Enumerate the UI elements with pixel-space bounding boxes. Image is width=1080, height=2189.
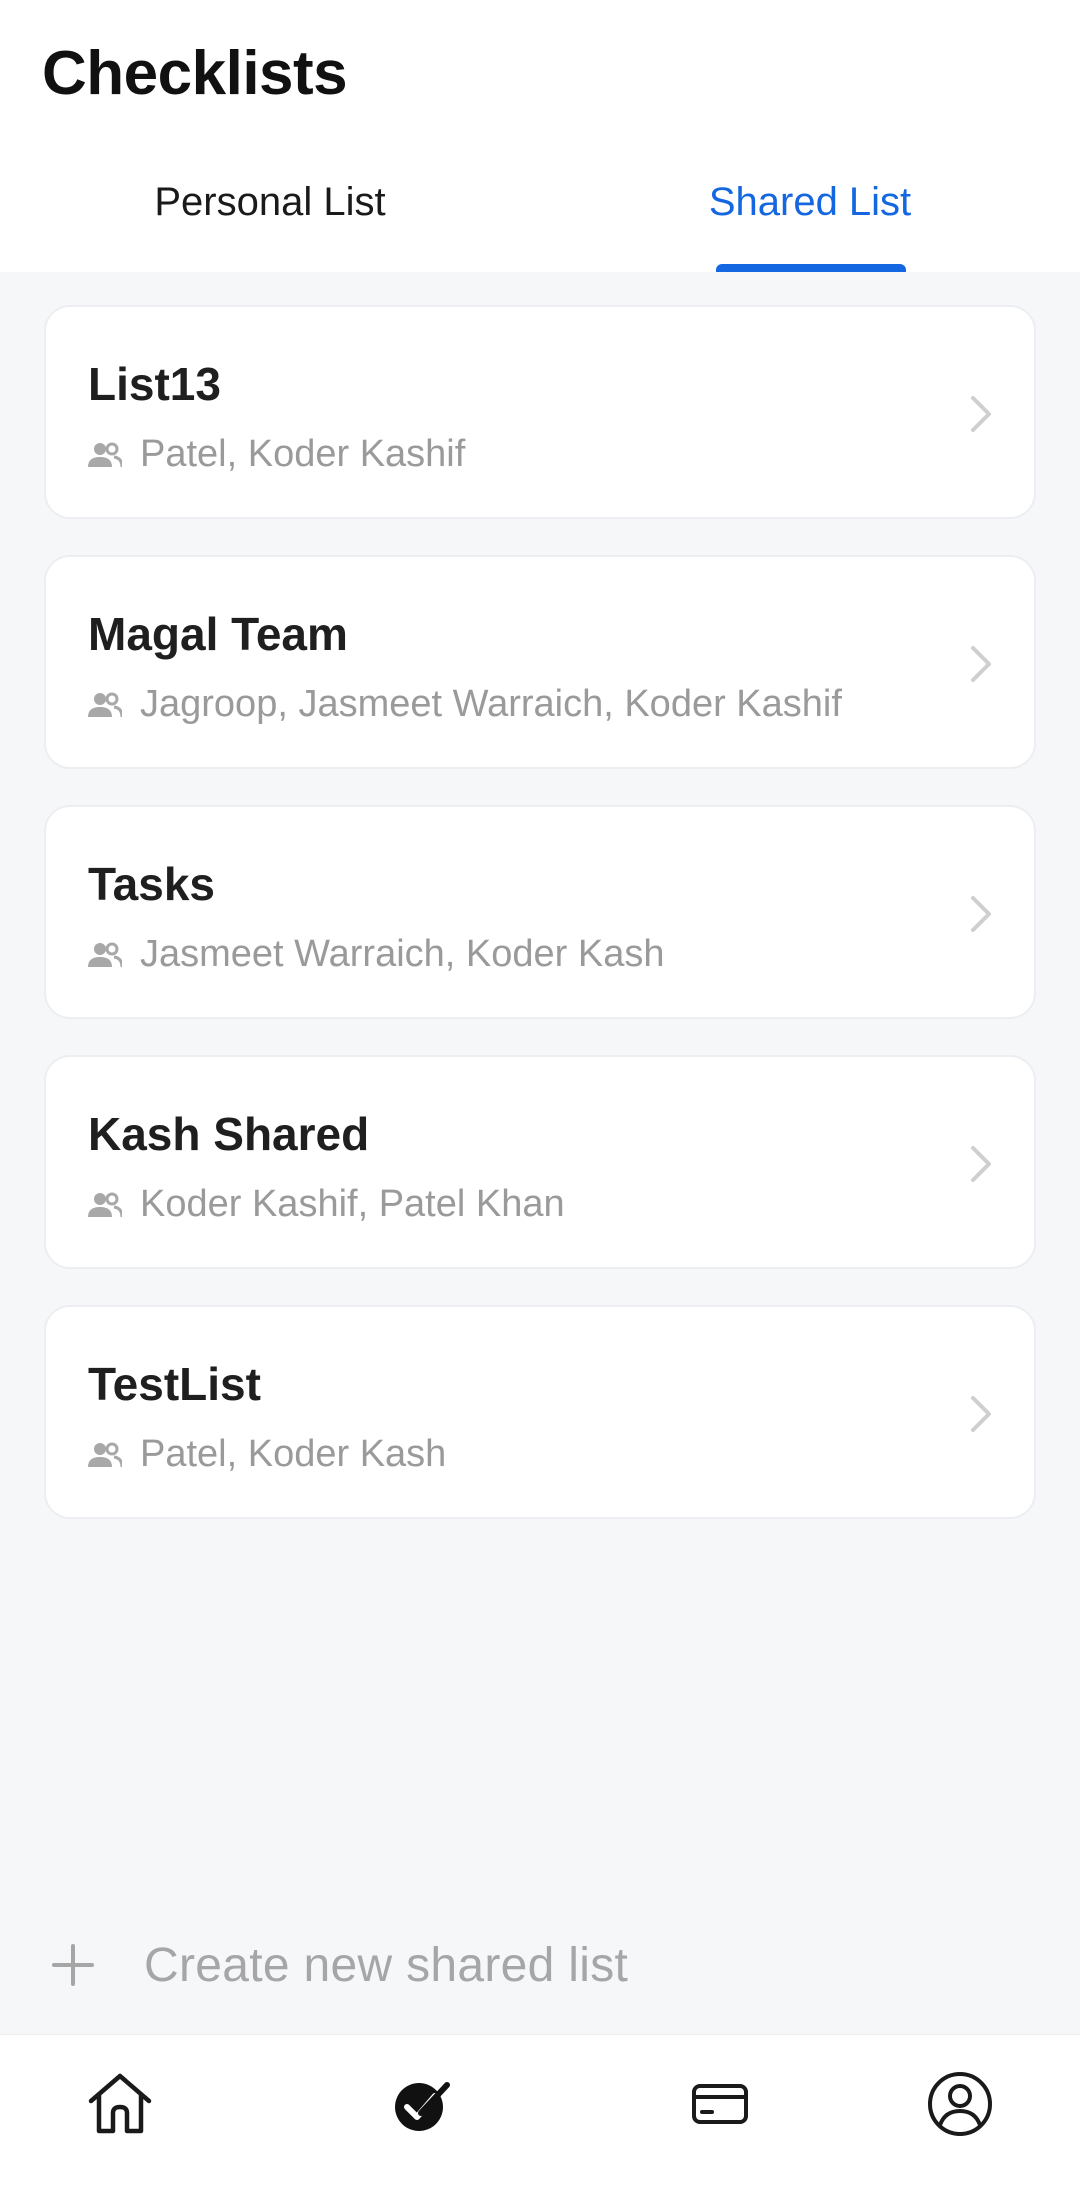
tab-shared-list[interactable]: Shared List <box>540 180 1080 240</box>
people-icon <box>88 1192 122 1217</box>
list-card[interactable]: Kash Shared Koder Kashif, Patel Khan <box>44 1055 1036 1269</box>
list-members: Patel, Koder Kashif <box>88 431 465 477</box>
header: Checklists Personal List Shared List <box>0 0 1080 272</box>
active-tab-indicator <box>716 264 906 272</box>
checklist-icon <box>395 2082 450 2131</box>
list-card[interactable]: TestList Patel, Koder Kash <box>44 1305 1036 1519</box>
list-members: Jasmeet Warraich, Koder Kash <box>88 931 664 977</box>
page-title: Checklists <box>42 39 348 108</box>
people-icon <box>88 942 122 967</box>
people-icon <box>88 1442 122 1467</box>
members-text: Jagroop, Jasmeet Warraich, Koder Kashif <box>140 682 842 725</box>
list-name: Kash Shared <box>88 1108 370 1160</box>
list-card[interactable]: Magal Team Jagroop, Jasmeet Warraich, Ko… <box>44 555 1036 769</box>
nav-payments[interactable] <box>685 2069 755 2139</box>
list-name: Magal Team <box>88 608 348 660</box>
card-icon <box>692 2084 748 2124</box>
chevron-right-icon <box>971 396 991 432</box>
chevron-right-icon <box>971 1146 991 1182</box>
nav-profile[interactable] <box>925 2069 995 2139</box>
list-name: Tasks <box>88 858 216 910</box>
members-text: Patel, Koder Kash <box>140 1432 447 1475</box>
list-card[interactable]: List13 Patel, Koder Kashif <box>44 305 1036 519</box>
people-icon <box>88 442 122 467</box>
list-members: Patel, Koder Kash <box>88 1431 446 1477</box>
people-icon <box>88 692 122 717</box>
list-name: List13 <box>88 358 221 410</box>
create-shared-list-button[interactable]: Create new shared list <box>52 1930 628 2000</box>
tab-personal-list[interactable]: Personal List <box>0 180 540 240</box>
nav-checklists[interactable] <box>385 2069 455 2139</box>
profile-icon <box>928 2072 992 2136</box>
members-text: Patel, Koder Kashif <box>140 432 466 475</box>
create-shared-list-label: Create new shared list <box>144 1938 629 1992</box>
members-text: Jasmeet Warraich, Koder Kash <box>140 932 665 975</box>
list-members: Koder Kashif, Patel Khan <box>88 1181 565 1227</box>
app-screen: Checklists Personal List Shared List Lis… <box>0 0 1080 2189</box>
members-text: Koder Kashif, Patel Khan <box>140 1182 565 1225</box>
home-icon <box>88 2073 152 2134</box>
list-members: Jagroop, Jasmeet Warraich, Koder Kashif <box>88 681 842 727</box>
bottom-nav <box>0 2034 1080 2189</box>
plus-icon <box>52 1944 94 1986</box>
chevron-right-icon <box>971 896 991 932</box>
shared-lists: List13 Patel, Koder Kashif Magal Team Ja… <box>44 305 1036 1555</box>
list-card[interactable]: Tasks Jasmeet Warraich, Koder Kash <box>44 805 1036 1019</box>
list-name: TestList <box>88 1358 261 1410</box>
nav-home[interactable] <box>85 2069 155 2139</box>
chevron-right-icon <box>971 1396 991 1432</box>
chevron-right-icon <box>971 646 991 682</box>
